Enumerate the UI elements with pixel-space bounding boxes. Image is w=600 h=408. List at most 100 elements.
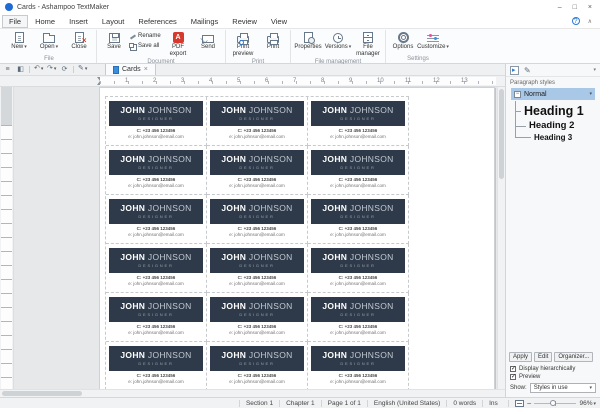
ribbon-group-file-management: Properties Versions File manager File ma… — [291, 30, 386, 65]
card-header: JOHN JOHNSON DESIGNER — [109, 150, 203, 175]
business-card[interactable]: JOHN JOHNSON DESIGNER C: +23 456 123456 … — [210, 297, 304, 337]
sidebar-chevron-icon[interactable]: ▾ — [593, 67, 596, 73]
horizontal-scrollbar-thumb[interactable] — [2, 391, 82, 396]
document-canvas[interactable]: JOHN JOHNSON DESIGNER C: +23 456 123456 … — [14, 87, 497, 389]
business-card[interactable]: JOHN JOHNSON DESIGNER C: +23 456 123456 … — [311, 248, 405, 288]
status-page[interactable]: Page 1 of 1 — [320, 399, 367, 407]
card-name: JOHN JOHNSON — [322, 105, 394, 116]
undo-icon[interactable]: ↶ — [34, 64, 43, 75]
vertical-scrollbar-thumb[interactable] — [499, 89, 504, 179]
menu-layout[interactable]: Layout — [95, 15, 132, 28]
business-card[interactable]: JOHN JOHNSON DESIGNER C: +23 456 123456 … — [210, 248, 304, 288]
card-cell: JOHN JOHNSON DESIGNER C: +23 456 123456 … — [106, 195, 207, 244]
tab-close-icon[interactable]: × — [144, 66, 148, 73]
menu-review[interactable]: Review — [225, 15, 264, 28]
document-page[interactable]: JOHN JOHNSON DESIGNER C: +23 456 123456 … — [99, 87, 495, 389]
menu-file[interactable]: File — [2, 14, 29, 28]
show-styles-dropdown[interactable]: Styles in use ▾ — [529, 383, 596, 393]
card-name: JOHN JOHNSON — [221, 252, 293, 263]
business-card[interactable]: JOHN JOHNSON DESIGNER C: +23 456 123456 … — [311, 101, 405, 141]
style-item-heading2[interactable]: Heading 2 — [508, 119, 598, 132]
style-dropdown-icon[interactable]: ▾ — [589, 91, 592, 97]
business-card[interactable]: JOHN JOHNSON DESIGNER C: +23 456 123456 … — [210, 101, 304, 141]
edit-style-button[interactable]: Edit — [534, 352, 553, 362]
business-card[interactable]: JOHN JOHNSON DESIGNER C: +23 456 123456 … — [311, 150, 405, 190]
vertical-scrollbar[interactable] — [497, 87, 505, 389]
style-item-heading1[interactable]: Heading 1 — [508, 102, 598, 119]
save-button[interactable]: Save — [99, 30, 129, 51]
close-button-ribbon[interactable]: Close — [64, 30, 94, 51]
organizer-button[interactable]: Organizer... — [554, 352, 594, 362]
business-card[interactable]: JOHN JOHNSON DESIGNER C: +23 456 123456 … — [210, 346, 304, 386]
business-card[interactable]: JOHN JOHNSON DESIGNER C: +23 456 123456 … — [109, 248, 203, 288]
hamburger-menu-icon[interactable]: ≡ — [3, 64, 12, 75]
versions-button[interactable]: Versions — [323, 30, 353, 51]
zoom-level[interactable]: 96% — [579, 400, 596, 407]
business-card[interactable]: JOHN JOHNSON DESIGNER C: +23 456 123456 … — [210, 150, 304, 190]
card-role: DESIGNER — [340, 360, 376, 366]
business-card[interactable]: JOHN JOHNSON DESIGNER C: +23 456 123456 … — [109, 346, 203, 386]
business-card[interactable]: JOHN JOHNSON DESIGNER C: +23 456 123456 … — [109, 297, 203, 337]
sidebar-toggle-icon[interactable]: ◧ — [16, 64, 25, 75]
apply-style-button[interactable]: Apply — [509, 352, 533, 362]
open-button[interactable]: Open — [34, 30, 64, 51]
menu-references[interactable]: References — [131, 15, 183, 28]
menu-home[interactable]: Home — [28, 15, 62, 28]
business-card[interactable]: JOHN JOHNSON DESIGNER C: +23 456 123456 … — [109, 150, 203, 190]
style-item-normal[interactable]: Normal ▾ — [511, 88, 595, 100]
pdf-export-button[interactable]: PDF export — [163, 30, 193, 58]
business-card[interactable]: JOHN JOHNSON DESIGNER C: +23 456 123456 … — [311, 346, 405, 386]
status-word-count[interactable]: 0 words — [446, 399, 482, 407]
customize-button[interactable]: Customize — [417, 30, 448, 51]
print-preview-button[interactable]: Print preview — [228, 30, 258, 58]
new-button[interactable]: New — [4, 30, 34, 51]
card-name: JOHN JOHNSON — [120, 252, 192, 263]
horizontal-scrollbar[interactable] — [0, 389, 505, 397]
zoom-out-button[interactable]: − — [527, 399, 532, 407]
send-button[interactable]: Send — [193, 30, 223, 51]
insert-mode-toggle[interactable]: Ins — [482, 399, 504, 407]
edit-style-icon[interactable]: ✎ — [524, 66, 531, 75]
card-email: e: john.johnson@email.com — [128, 134, 184, 139]
menu-mailings[interactable]: Mailings — [184, 15, 226, 28]
maximize-button[interactable]: □ — [573, 4, 577, 11]
minimize-button[interactable]: – — [558, 4, 562, 11]
business-card[interactable]: JOHN JOHNSON DESIGNER C: +23 456 123456 … — [311, 199, 405, 239]
business-card[interactable]: JOHN JOHNSON DESIGNER C: +23 456 123456 … — [210, 199, 304, 239]
repeat-icon[interactable]: ⟳ — [60, 64, 69, 75]
business-card[interactable]: JOHN JOHNSON DESIGNER C: +23 456 123456 … — [311, 297, 405, 337]
format-brush-icon[interactable]: ✎ — [78, 64, 87, 75]
status-chapter[interactable]: Chapter 1 — [279, 399, 321, 407]
file-manager-button[interactable]: File manager — [353, 30, 383, 58]
zoom-slider[interactable] — [534, 399, 577, 406]
status-language[interactable]: English (United States) — [366, 399, 446, 407]
expander-icon[interactable] — [514, 90, 521, 98]
menu-insert[interactable]: Insert — [62, 15, 95, 28]
navigator-pane-icon[interactable] — [510, 65, 519, 75]
vertical-ruler[interactable] — [0, 87, 14, 389]
document-tab[interactable]: Cards × — [105, 64, 156, 75]
redo-icon[interactable]: ↷ — [47, 64, 56, 75]
close-button[interactable]: × — [588, 4, 592, 11]
menu-view[interactable]: View — [264, 15, 294, 28]
zoom-slider-thumb[interactable] — [550, 399, 557, 406]
zoom-fit-icon[interactable] — [514, 399, 524, 407]
collapse-ribbon-icon[interactable]: ∧ — [588, 18, 592, 25]
status-section[interactable]: Section 1 — [238, 399, 279, 407]
business-card[interactable]: JOHN JOHNSON DESIGNER C: +23 456 123456 … — [109, 101, 203, 141]
properties-button[interactable]: Properties — [293, 30, 323, 51]
options-button[interactable]: Options — [388, 30, 418, 51]
card-email: e: john.johnson@email.com — [128, 281, 184, 286]
horizontal-ruler[interactable]: 1 2 3 4 5 6 7 8 9 10 11 12 13 — [0, 76, 505, 87]
rename-button[interactable]: Rename — [129, 32, 161, 40]
style-item-heading3[interactable]: Heading 3 — [508, 132, 598, 143]
card-header: JOHN JOHNSON DESIGNER — [210, 297, 304, 322]
save-all-button[interactable]: Save all — [129, 42, 161, 50]
display-hierarchically-checkbox[interactable]: Display hierarchically — [506, 364, 600, 372]
preview-checkbox[interactable]: Preview — [506, 372, 600, 380]
help-icon[interactable]: ? — [571, 17, 580, 25]
print-button[interactable]: Print — [258, 30, 288, 51]
card-body: C: +23 456 123456 e: john.johnson@email.… — [109, 322, 203, 337]
card-cell: JOHN JOHNSON DESIGNER C: +23 456 123456 … — [308, 146, 409, 195]
business-card[interactable]: JOHN JOHNSON DESIGNER C: +23 456 123456 … — [109, 199, 203, 239]
